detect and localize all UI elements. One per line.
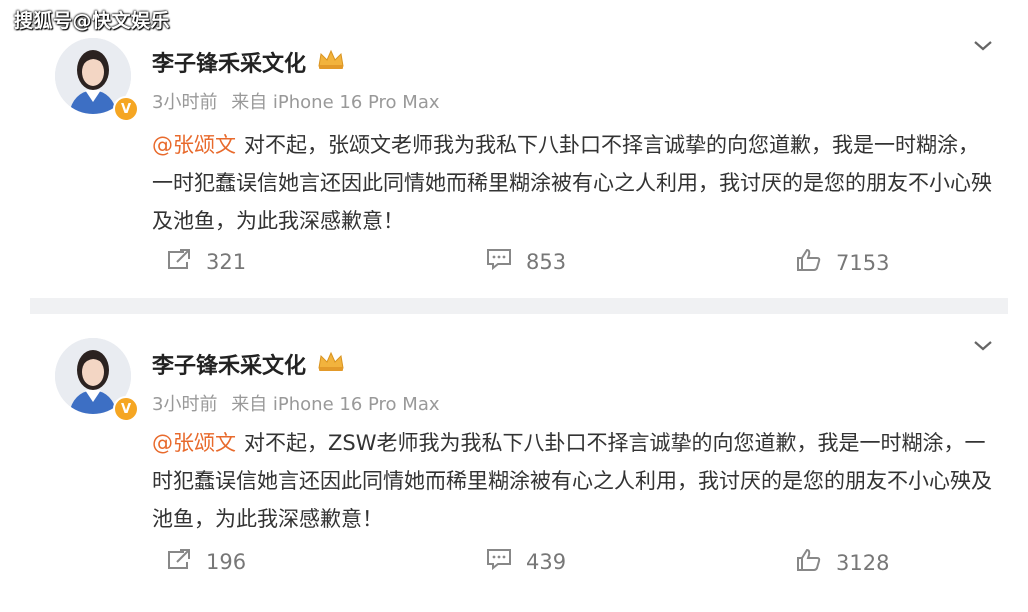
post-meta: 3小时前 来自 iPhone 16 Pro Max — [152, 390, 448, 416]
like-button[interactable]: 7153 — [796, 248, 889, 277]
author-name-row: 李子锋禾采文化 — [152, 348, 346, 380]
share-button[interactable]: 321 — [166, 248, 246, 275]
author-name[interactable]: 李子锋禾采文化 — [152, 348, 306, 380]
share-count: 321 — [206, 249, 247, 274]
verified-v-icon: V — [113, 96, 139, 122]
comment-icon — [486, 548, 526, 575]
comment-button[interactable]: 439 — [486, 548, 566, 575]
post-text: 对不起，张颂文老师我为我私下八卦口不择言诚挚的向您道歉，我是一时糊涂，一时犯蠢误… — [152, 133, 992, 233]
like-button[interactable]: 3128 — [796, 548, 889, 577]
chevron-down-icon[interactable] — [972, 334, 994, 356]
author-name[interactable]: 李子锋禾采文化 — [152, 46, 306, 78]
share-button[interactable]: 196 — [166, 548, 246, 575]
comment-button[interactable]: 853 — [486, 248, 566, 275]
author-name-row: 李子锋禾采文化 — [152, 46, 346, 78]
mention-link[interactable]: @张颂文 — [152, 133, 236, 157]
crown-icon — [316, 350, 346, 378]
post-source: 来自 iPhone 16 Pro Max — [231, 92, 440, 113]
like-icon — [796, 548, 836, 577]
like-icon — [796, 248, 836, 277]
verified-v-icon: V — [113, 396, 139, 422]
post-source: 来自 iPhone 16 Pro Max — [231, 394, 440, 415]
post-time: 3小时前 — [152, 394, 218, 415]
post-text: 对不起，ZSW老师我为我私下八卦口不择言诚挚的向您道歉，我是一时糊涂，一时犯蠢误… — [152, 431, 992, 531]
chevron-down-icon[interactable] — [972, 34, 994, 56]
mention-link[interactable]: @张颂文 — [152, 431, 236, 455]
share-count: 196 — [206, 549, 247, 574]
post-separator — [30, 298, 1008, 314]
share-icon — [166, 248, 206, 275]
comment-count: 853 — [526, 249, 567, 274]
weibo-post: V 李子锋禾采文化 3小时前 来自 iPhone 16 Pro Max @张颂文… — [0, 318, 1028, 612]
crown-icon — [316, 48, 346, 76]
share-icon — [166, 548, 206, 575]
comment-count: 439 — [526, 549, 567, 574]
post-meta: 3小时前 来自 iPhone 16 Pro Max — [152, 88, 448, 114]
like-count: 7153 — [836, 250, 890, 275]
post-actions: 196 439 3128 — [0, 548, 1028, 588]
post-time: 3小时前 — [152, 92, 218, 113]
like-count: 3128 — [836, 550, 890, 575]
post-actions: 321 853 7153 — [0, 248, 1028, 288]
weibo-post: V 李子锋禾采文化 3小时前 来自 iPhone 16 Pro Max @张颂文… — [0, 0, 1028, 300]
post-content: @张颂文 对不起，ZSW老师我为我私下八卦口不择言诚挚的向您道歉，我是一时糊涂，一… — [152, 424, 992, 538]
comment-icon — [486, 248, 526, 275]
post-content: @张颂文 对不起，张颂文老师我为我私下八卦口不择言诚挚的向您道歉，我是一时糊涂，一… — [152, 126, 992, 240]
